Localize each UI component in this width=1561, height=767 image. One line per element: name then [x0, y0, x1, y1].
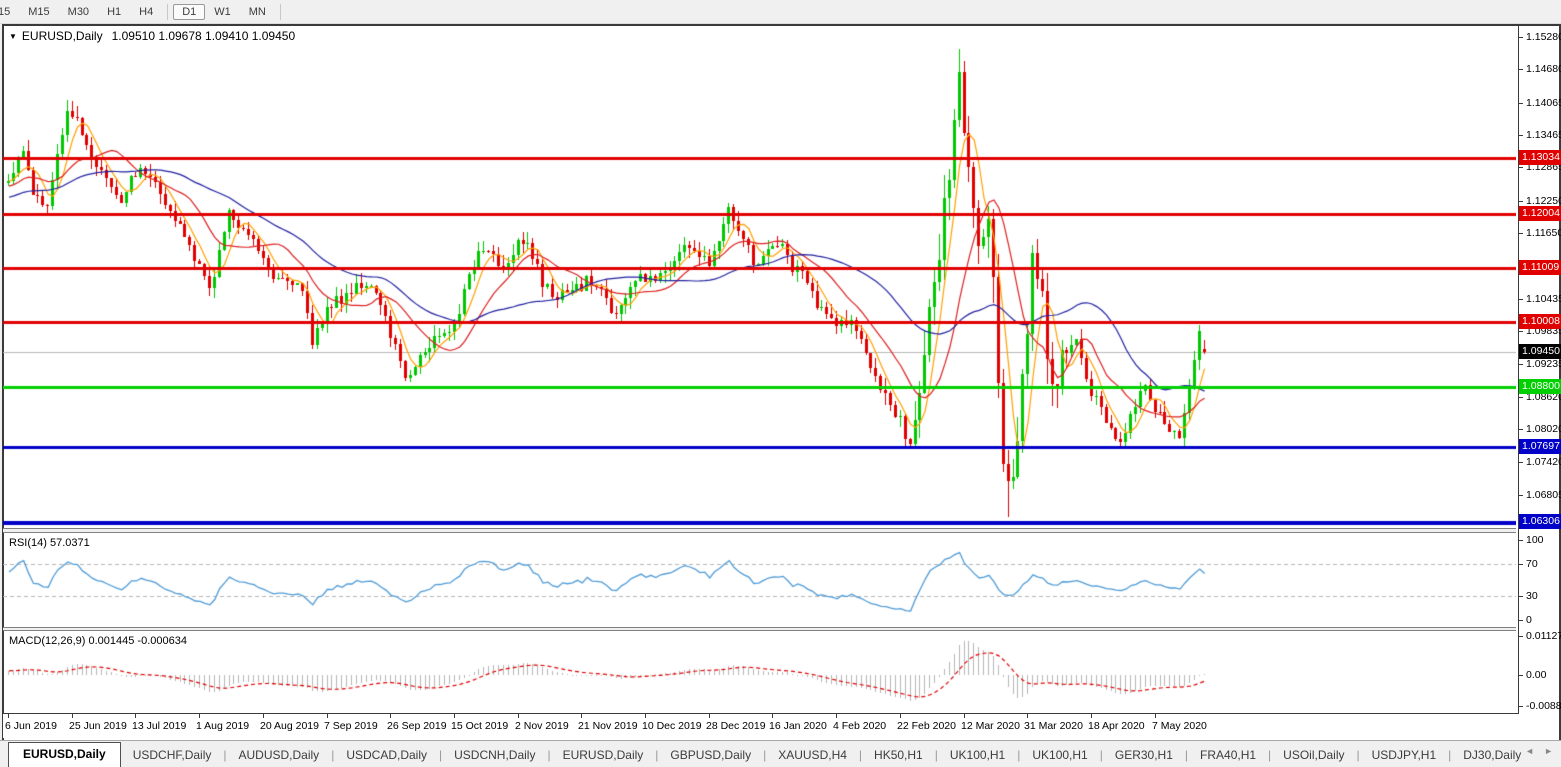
timeframe-button-d1[interactable]: D1	[173, 4, 205, 20]
chart-tab-5-eurusd-daily[interactable]: EURUSD,Daily	[551, 744, 656, 767]
timeframe-button-w1[interactable]: W1	[205, 4, 240, 20]
price-axis-border	[1518, 25, 1519, 714]
chart-tab-4-usdcnh-daily[interactable]: USDCNH,Daily	[442, 744, 547, 767]
rsi-indicator-label: RSI(14) 57.0371	[9, 537, 90, 549]
chart-tab-10-uk100-h1[interactable]: UK100,H1	[1020, 744, 1099, 767]
rsi-pane-canvas[interactable]	[3, 533, 1516, 627]
chart-tab-3-usdcad-daily[interactable]: USDCAD,Daily	[334, 744, 439, 767]
main-chart-canvas[interactable]	[3, 25, 1516, 528]
pane-splitter[interactable]	[3, 528, 1516, 533]
toolbar-divider	[167, 4, 168, 20]
chart-tab-13-usoil-daily[interactable]: USOil,Daily	[1271, 744, 1356, 767]
chart-tab-12-fra40-h1[interactable]: FRA40,H1	[1188, 744, 1268, 767]
pane-bottom-border	[3, 713, 1518, 714]
chart-tab-9-uk100-h1[interactable]: UK100,H1	[938, 744, 1017, 767]
pane-splitter[interactable]	[3, 627, 1516, 631]
chart-tab-0-eurusd-daily[interactable]: EURUSD,Daily	[8, 742, 121, 767]
chart-tab-8-hk50-h1[interactable]: HK50,H1	[862, 744, 935, 767]
chart-tab-6-gbpusd-daily[interactable]: GBPUSD,Daily	[658, 744, 763, 767]
tabs-scroll-right-icon[interactable]: ►	[1544, 746, 1553, 756]
chart-tab-7-xauusd-h4[interactable]: XAUUSD,H4	[766, 744, 859, 767]
timeframe-button-mn[interactable]: MN	[240, 4, 275, 20]
price-axis[interactable]	[1519, 25, 1561, 713]
chart-symbol-period: EURUSD,Daily	[22, 29, 103, 43]
chart-ohlc-quote: 1.09510 1.09678 1.09410 1.09450	[112, 29, 296, 43]
timeframe-toolbar: 15M15M30H1H4 D1W1MN	[0, 0, 1561, 24]
chart-tab-1-usdchf-daily[interactable]: USDCHF,Daily	[121, 744, 224, 767]
toolbar-divider	[280, 4, 281, 20]
timeframe-button-m30[interactable]: M30	[59, 4, 98, 20]
chart-dropdown-icon[interactable]: ▼	[9, 32, 17, 41]
time-axis[interactable]	[3, 714, 1518, 738]
chart-tab-11-ger30-h1[interactable]: GER30,H1	[1103, 744, 1185, 767]
macd-pane-canvas[interactable]	[3, 631, 1516, 713]
chart-tab-bar: EURUSD,DailyUSDCHF,Daily|AUDUSD,Daily|US…	[0, 740, 1561, 767]
chart-title: ▼ EURUSD,Daily 1.09510 1.09678 1.09410 1.0…	[9, 29, 295, 43]
tab-scroll-nav: ◄ ►	[1525, 746, 1553, 756]
timeframe-button-m15[interactable]: M15	[19, 4, 58, 20]
chart-tab-14-usdjpy-h1[interactable]: USDJPY,H1	[1360, 744, 1448, 767]
tabs-scroll-left-icon[interactable]: ◄	[1525, 746, 1534, 756]
macd-indicator-label: MACD(12,26,9) 0.001445 -0.000634	[9, 635, 187, 647]
mt4-application: 15M15M30H1H4 D1W1MN ▼ EURUSD,Daily 1.09510 …	[0, 0, 1561, 767]
timeframe-button-h4[interactable]: H4	[130, 4, 162, 20]
timeframe-button-h1[interactable]: H1	[98, 4, 130, 20]
chart-tab-2-audusd-daily[interactable]: AUDUSD,Daily	[227, 744, 332, 767]
chart-tab-15-dj30-daily[interactable]: DJ30,Daily	[1451, 744, 1533, 767]
timeframe-button-15[interactable]: 15	[0, 4, 19, 20]
